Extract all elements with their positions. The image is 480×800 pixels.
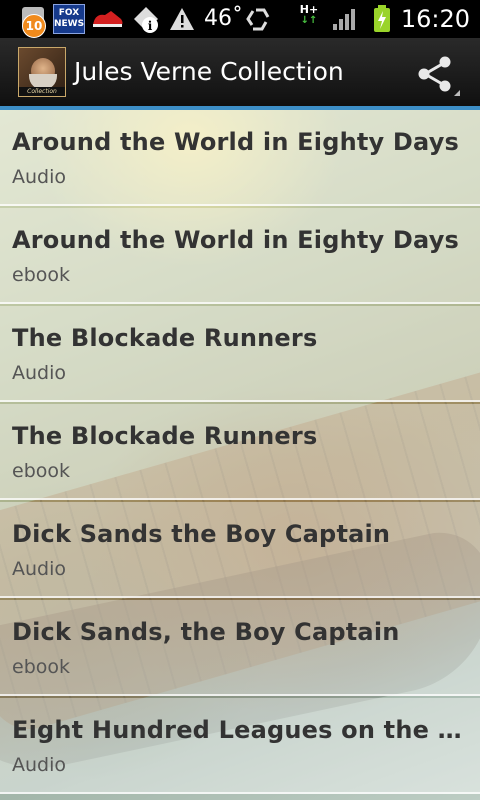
recycle-icon [242, 0, 274, 38]
battery-charging-icon [370, 0, 394, 38]
book-list[interactable]: Around the World in Eighty Days Audio Ar… [0, 110, 480, 800]
warning-icon [168, 0, 196, 38]
temperature-readout: 46˚ [204, 6, 243, 31]
app-title: Jules Verne Collection [74, 57, 344, 86]
list-item-format: ebook [12, 656, 71, 678]
list-item-title: The Blockade Runners [12, 422, 318, 450]
share-button[interactable] [412, 52, 462, 98]
list-item[interactable]: Dick Sands, the Boy Captain ebook [0, 600, 480, 696]
status-bar: 10 FOX NEWS i 46˚ H+ ↓↑ 16:20 [0, 0, 480, 38]
list-item[interactable]: Around the World in Eighty Days ebook [0, 208, 480, 304]
list-item-title: Eight Hundred Leagues on the A… [12, 716, 462, 744]
fox-news-line-2: NEWS [54, 19, 85, 29]
notification-count-badge: 10 [22, 14, 46, 38]
fox-news-icon: FOX NEWS [52, 0, 86, 38]
shoe-icon [90, 0, 126, 38]
network-type-indicator: H+ ↓↑ [299, 3, 319, 26]
list-item[interactable]: Dick Sands the Boy Captain Audio [0, 502, 480, 598]
list-item-title: Around the World in Eighty Days [12, 226, 460, 254]
app-logo[interactable]: Collection [18, 47, 66, 97]
list-item-title: Dick Sands the Boy Captain [12, 520, 391, 548]
fox-news-line-1: FOX [58, 8, 80, 18]
list-item-format: Audio [12, 558, 67, 580]
list-item-format: Audio [12, 166, 67, 188]
list-item-format: ebook [12, 264, 71, 286]
list-item[interactable]: The Blockade Runners ebook [0, 404, 480, 500]
info-icon: i [128, 0, 164, 38]
list-item-title: The Blockade Runners [12, 324, 318, 352]
list-item-title: Around the World in Eighty Days [12, 128, 460, 156]
list-item[interactable]: The Blockade Runners Audio [0, 306, 480, 402]
action-bar: Collection Jules Verne Collection [0, 38, 480, 106]
list-item-format: Audio [12, 754, 67, 776]
svg-text:i: i [148, 19, 153, 33]
list-item-title: Dick Sands, the Boy Captain [12, 618, 400, 646]
list-item-format: ebook [12, 460, 71, 482]
list-item[interactable]: Around the World in Eighty Days Audio [0, 110, 480, 206]
signal-strength-icon [330, 0, 358, 38]
share-icon [418, 56, 462, 98]
list-item[interactable]: Eight Hundred Leagues on the A… Audio [0, 698, 480, 794]
app-logo-caption: Collection [19, 87, 65, 96]
list-item-format: Audio [12, 362, 67, 384]
screen: 10 FOX NEWS i 46˚ H+ ↓↑ 16:20 Collection… [0, 0, 480, 800]
clock: 16:20 [400, 5, 470, 33]
